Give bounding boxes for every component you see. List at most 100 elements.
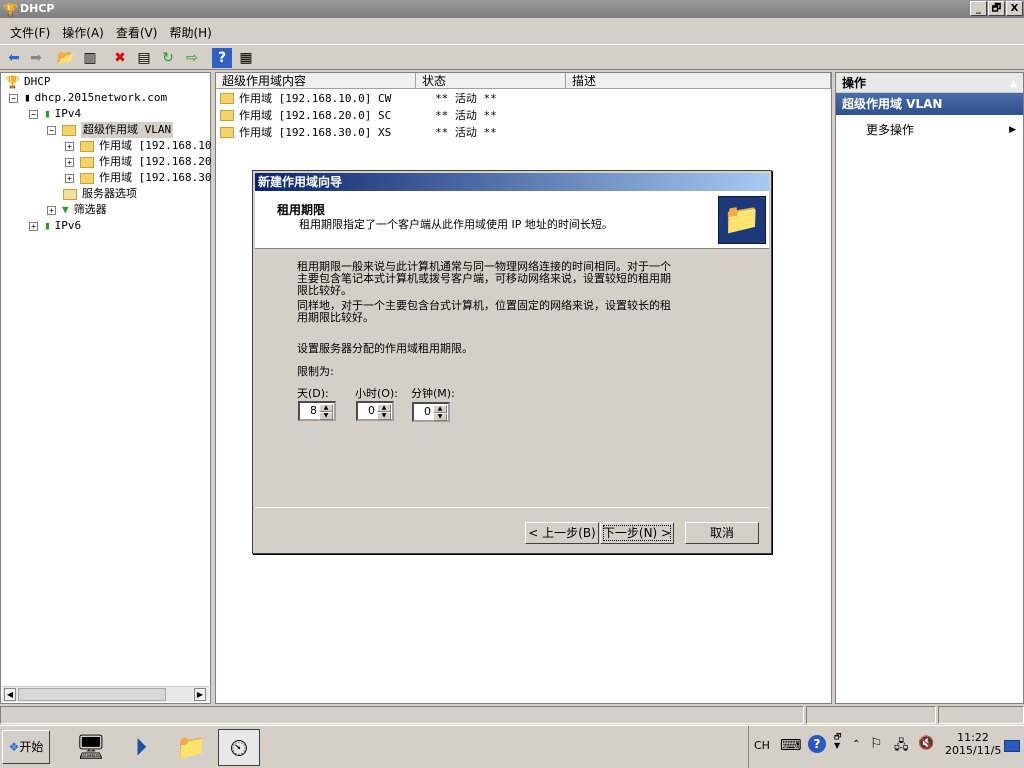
list-item[interactable]: 作用域 [192.168.10.0] CW ** 活动 ** [220, 90, 497, 107]
scroll-thumb[interactable] [18, 688, 166, 701]
status-bar [0, 705, 1024, 725]
tree-node-server[interactable]: − ▮ dhcp.2015network.com [9, 90, 167, 106]
ipv4-icon: ▮ [44, 107, 51, 120]
expand-icon[interactable]: + [65, 141, 74, 151]
column-header-description[interactable]: 描述 [566, 73, 831, 89]
tree-node-ipv6[interactable]: + ▮ IPv6 [29, 218, 81, 234]
folder-icon [80, 172, 94, 184]
menu-view[interactable]: 查看(V) [110, 22, 164, 42]
status-panel [806, 706, 936, 724]
menu-file[interactable]: 文件(F) [4, 22, 56, 42]
hours-label: 小时(O): [355, 387, 398, 400]
expand-icon[interactable]: + [29, 221, 38, 231]
tray-divider [748, 726, 749, 768]
scroll-left-icon[interactable]: ◀ [4, 688, 16, 701]
help-circle-icon[interactable]: ? [808, 735, 826, 753]
minutes-spinner[interactable]: 0 ▲ ▼ [412, 402, 450, 422]
column-header-contents[interactable]: 超级作用域内容 [216, 73, 416, 89]
tree-node-scope[interactable]: + 作用域 [192.168.30 [65, 170, 211, 186]
powershell-icon[interactable]: ⏵ [120, 729, 162, 766]
show-tree-icon[interactable]: ▥ [80, 48, 100, 68]
volume-muted-icon[interactable]: 🔇 [918, 736, 934, 751]
action-center-flag-icon[interactable]: ⚐ [870, 736, 883, 752]
limit-label: 限制为: [297, 365, 334, 378]
network-icon[interactable]: 🖧 [894, 736, 909, 758]
days-spinner[interactable]: 8 ▲ ▼ [298, 401, 336, 421]
menu-bar: 文件(F) 操作(A) 查看(V) 帮助(H) [0, 22, 1024, 42]
menu-help[interactable]: 帮助(H) [163, 22, 217, 42]
folder-icon [80, 140, 94, 152]
spin-down-icon[interactable]: ▼ [377, 412, 391, 420]
server-icon: ▮ [24, 91, 31, 104]
status-panel [0, 706, 804, 724]
tree-node-server-options[interactable]: 服务器选项 [63, 186, 137, 202]
export-icon[interactable]: ⇨ [182, 48, 202, 68]
maximize-button[interactable]: 🗗 [988, 1, 1005, 16]
list-item[interactable]: 作用域 [192.168.20.0] SC ** 活动 ** [220, 107, 497, 124]
spin-down-icon[interactable]: ▼ [433, 413, 447, 421]
tree-node-superscope[interactable]: − 超级作用域 VLAN [47, 122, 174, 138]
forward-arrow-icon[interactable]: ➡ [26, 48, 46, 68]
folder-icon [220, 93, 234, 104]
spin-up-icon[interactable]: ▲ [433, 405, 447, 413]
collapse-icon[interactable]: − [47, 125, 56, 135]
ime-options-icon[interactable]: 🗗 ▼ [834, 732, 842, 750]
more-actions-item[interactable]: 更多操作 ▶ [866, 121, 1016, 139]
delete-icon[interactable]: ✖ [110, 48, 130, 68]
up-folder-icon[interactable]: 📂 [56, 48, 76, 68]
properties-icon[interactable]: ▤ [134, 48, 154, 68]
divider [255, 507, 769, 508]
expand-icon[interactable]: + [65, 173, 74, 183]
expand-icon[interactable]: + [65, 157, 74, 167]
clock[interactable]: 11:22 2015/11/5 [945, 731, 1001, 757]
show-desktop-button[interactable] [1004, 740, 1020, 752]
tree-node-dhcp[interactable]: 🏆 DHCP [5, 74, 50, 90]
back-button[interactable]: < 上一步(B) [525, 522, 599, 544]
server-options-icon [63, 188, 77, 200]
days-spin-buttons[interactable]: ▲ ▼ [319, 404, 333, 420]
start-button[interactable]: ❖开始 [2, 730, 50, 764]
server-manager-icon[interactable]: 🖥 [70, 729, 112, 766]
spin-up-icon[interactable]: ▲ [377, 404, 391, 412]
collapse-up-icon[interactable]: ▲ [1010, 73, 1017, 95]
actions-pane: 操作 超级作用域 VLAN ▲ 更多操作 ▶ [835, 72, 1024, 704]
back-arrow-icon[interactable]: ⬅ [4, 48, 24, 68]
scroll-right-icon[interactable]: ▶ [194, 688, 206, 701]
expand-icon[interactable]: + [47, 205, 56, 215]
dhcp-trophy-icon: 🏆 [5, 75, 20, 89]
tree-node-ipv4[interactable]: − ▮ IPv4 [29, 106, 81, 122]
tree-node-scope[interactable]: + 作用域 [192.168.20 [65, 154, 211, 170]
collapse-icon[interactable]: − [29, 109, 38, 119]
language-indicator[interactable]: CH [754, 739, 770, 752]
show-action-pane-icon[interactable]: ▦ [236, 48, 256, 68]
minutes-spin-buttons[interactable]: ▲ ▼ [433, 405, 447, 421]
refresh-icon[interactable]: ↻ [158, 48, 178, 68]
hours-spinner[interactable]: 0 ▲ ▼ [356, 401, 394, 421]
collapse-icon[interactable]: − [9, 93, 18, 103]
next-button[interactable]: 下一步(N) > [600, 522, 674, 544]
dhcp-taskbar-icon[interactable]: ⏲ [218, 729, 260, 766]
actions-selected-item[interactable]: 超级作用域 VLAN ▲ [836, 79, 1023, 115]
spin-up-icon[interactable]: ▲ [319, 404, 333, 412]
tree-node-filters[interactable]: + ▼ 筛选器 [47, 202, 107, 218]
explorer-folder-icon[interactable]: 📁 [170, 729, 212, 766]
tree-node-scope[interactable]: + 作用域 [192.168.10 [65, 138, 211, 154]
minimize-button[interactable]: _ [970, 1, 987, 16]
help-icon[interactable]: ? [212, 48, 232, 68]
console-tree: 🏆 DHCP − ▮ dhcp.2015network.com − ▮ IPv4… [0, 72, 211, 704]
dialog-title-bar[interactable]: 新建作用域向导 [255, 173, 769, 191]
filter-icon: ▼ [62, 203, 69, 216]
show-hidden-icons[interactable]: ⌃ [852, 739, 860, 750]
days-label: 天(D): [297, 387, 329, 400]
keyboard-icon[interactable]: ⌨ [780, 736, 802, 754]
cancel-button[interactable]: 取消 [685, 522, 759, 544]
lease-description: 租用期限一般来说与此计算机通常与同一物理网络连接的时间相同。对于一个 主要包含笔… [297, 260, 671, 324]
submenu-arrow-icon: ▶ [1009, 125, 1016, 135]
hours-spin-buttons[interactable]: ▲ ▼ [377, 404, 391, 420]
tree-horizontal-scrollbar[interactable]: ◀ ▶ [2, 686, 209, 702]
menu-action[interactable]: 操作(A) [56, 22, 110, 42]
spin-down-icon[interactable]: ▼ [319, 412, 333, 420]
list-item[interactable]: 作用域 [192.168.30.0] XS ** 活动 ** [220, 124, 497, 141]
close-button[interactable]: X [1006, 1, 1023, 16]
column-header-status[interactable]: 状态 [416, 73, 566, 89]
